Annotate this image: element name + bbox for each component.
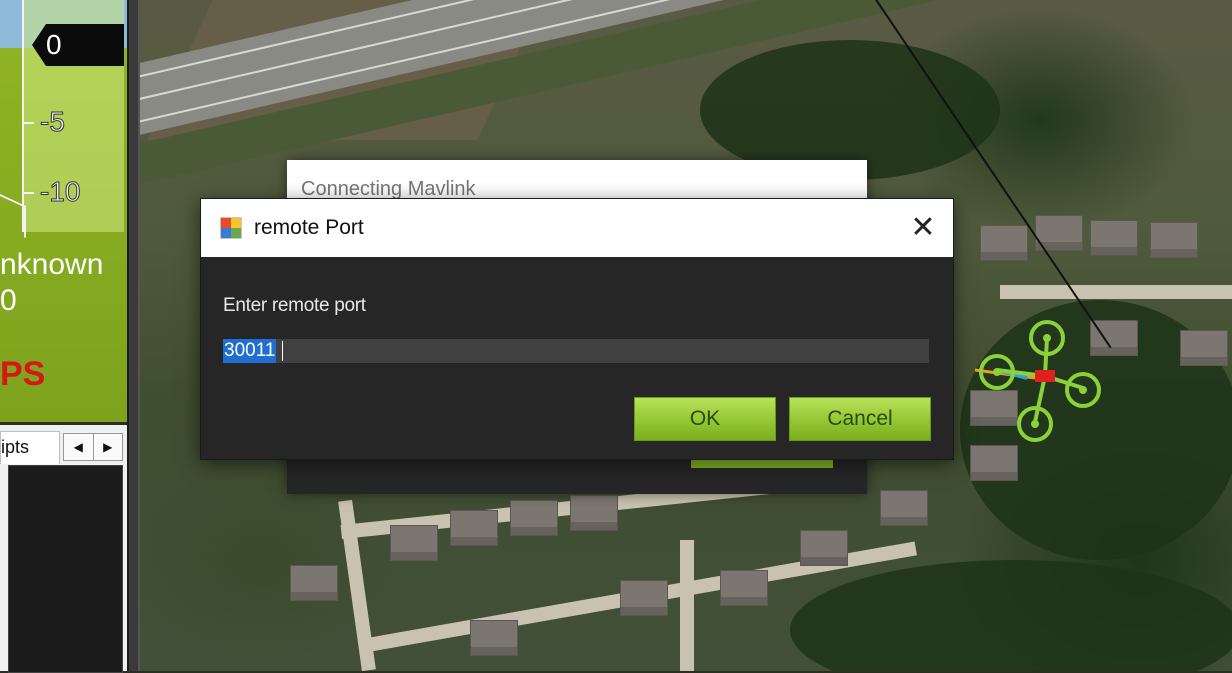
remote-port-input[interactable] xyxy=(223,339,929,363)
app-window-icon xyxy=(220,217,242,239)
hud-status-text: 0 xyxy=(0,284,17,317)
altitude-tick-label: -5 xyxy=(40,106,66,138)
remote-port-prompt: Enter remote port xyxy=(223,295,366,316)
tab-scripts[interactable]: ripts xyxy=(0,431,60,464)
map-street xyxy=(680,540,694,671)
map-house xyxy=(290,565,338,601)
gps-status: PS xyxy=(0,355,46,393)
dialog-titlebar[interactable]: remote Port ✕ xyxy=(201,199,953,257)
connecting-dialog-title: Connecting Mavlink xyxy=(287,160,867,200)
map-trees xyxy=(790,560,1232,671)
altitude-tick xyxy=(22,122,34,124)
map-house xyxy=(1090,220,1138,256)
map-house xyxy=(390,525,438,561)
left-lower-panel: ripts ◀ ▶ xyxy=(0,425,127,673)
altitude-tick xyxy=(22,192,34,194)
altitude-readout: 0 xyxy=(32,24,124,66)
map-house xyxy=(470,620,518,656)
close-icon[interactable]: ✕ xyxy=(893,199,953,257)
map-house xyxy=(980,225,1028,261)
map-house xyxy=(1150,222,1198,258)
quadcopter-icon[interactable] xyxy=(975,318,1105,448)
scripts-content-area[interactable] xyxy=(8,465,123,673)
map-house xyxy=(450,510,498,546)
cancel-button[interactable]: Cancel xyxy=(789,397,931,441)
tab-scroll-right-button[interactable]: ▶ xyxy=(94,434,123,460)
remote-port-dialog: remote Port ✕ Enter remote port 30011 OK… xyxy=(200,198,954,460)
tab-scroll-left-button[interactable]: ◀ xyxy=(64,434,94,460)
map-house xyxy=(800,530,848,566)
dialog-title: remote Port xyxy=(254,216,364,239)
map-house xyxy=(1180,330,1228,366)
map-house xyxy=(880,490,928,526)
map-street xyxy=(1000,285,1232,299)
tab-scroll-buttons: ◀ ▶ xyxy=(63,433,123,461)
panel-splitter[interactable] xyxy=(127,0,140,671)
altitude-tick-label: -10 xyxy=(39,176,81,208)
ok-button[interactable]: OK xyxy=(634,397,776,441)
hud-status-text: nknown xyxy=(0,248,104,281)
map-house xyxy=(970,445,1018,481)
map-house xyxy=(720,570,768,606)
tab-strip: ripts ◀ ▶ xyxy=(0,425,127,464)
map-trees xyxy=(700,40,1000,180)
map-house xyxy=(570,495,618,531)
map-house xyxy=(620,580,668,616)
map-house xyxy=(510,500,558,536)
hud-panel: -5 -10 0 nknown 0 PS xyxy=(0,0,127,422)
tab-label: ripts xyxy=(0,437,30,457)
altitude-value: 0 xyxy=(46,29,62,60)
